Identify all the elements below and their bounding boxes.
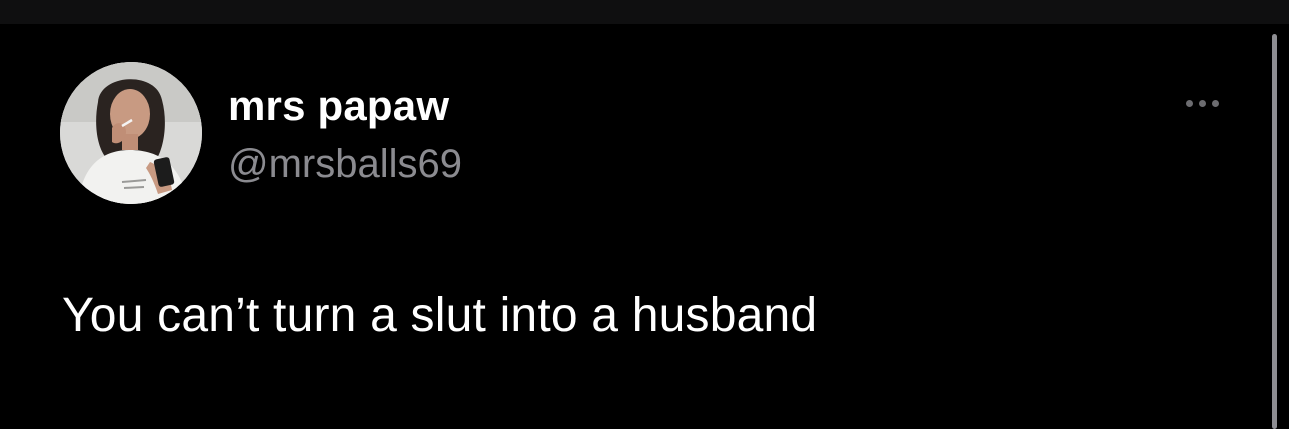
more-horizontal-icon [1198,99,1206,107]
more-horizontal-icon [1211,99,1219,107]
scrollbar[interactable] [1270,30,1278,429]
author-handle[interactable]: @mrsballs69 [228,140,462,188]
tweet-text: You can’t turn a slut into a husband [62,289,818,342]
avatar-image [60,62,202,204]
more-horizontal-icon [1185,99,1193,107]
tweet-card[interactable]: mrs papaw @mrsballs69 You can’t turn a s… [0,24,1268,429]
status-bar-strip [0,0,1289,24]
author-display-name[interactable]: mrs papaw [228,82,449,130]
scrollbar-thumb[interactable] [1272,34,1277,429]
avatar[interactable] [60,62,202,204]
more-options-button[interactable] [1176,88,1228,118]
